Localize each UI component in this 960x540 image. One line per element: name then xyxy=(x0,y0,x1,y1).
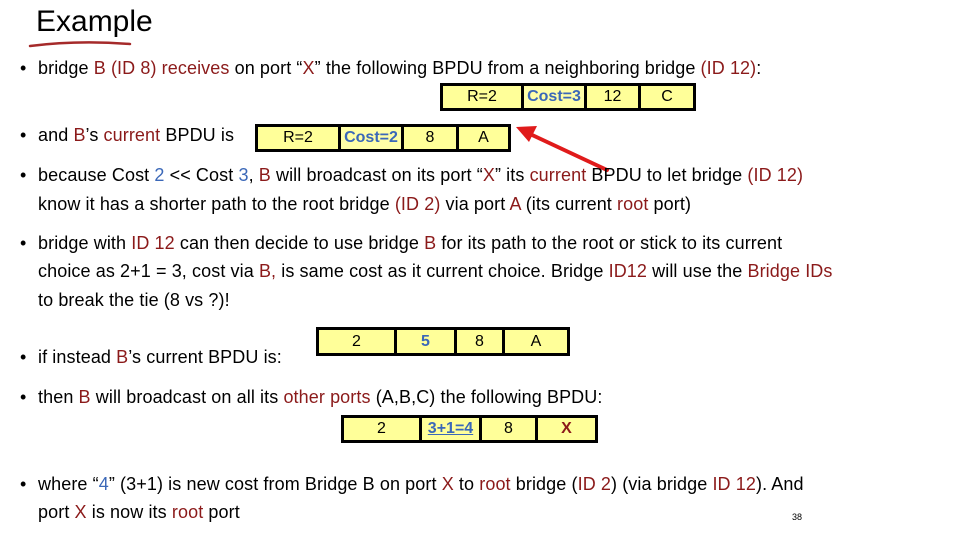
bpdu-received: R=2 Cost=3 12 C xyxy=(440,83,696,111)
bullet-new-cost-line1: where “4” (3+1) is new cost from Bridge … xyxy=(38,474,804,494)
bullet-tie-line2: choice as 2+1 = 3, cost via B, is same c… xyxy=(38,261,833,281)
bullet-broadcast-reason-line1: because Cost 2 << Cost 3, B will broadca… xyxy=(38,165,804,185)
bpdu-port-field: C xyxy=(641,86,693,108)
bpdu-bridge-id-field: 8 xyxy=(404,127,459,149)
slide-title: Example xyxy=(36,5,153,38)
bullet-marker: • xyxy=(20,165,27,185)
bullet-marker: • xyxy=(20,347,27,367)
bullet-broadcast-reason-line2: know it has a shorter path to the root b… xyxy=(38,194,692,214)
bpdu-root-field: 2 xyxy=(319,330,397,353)
bpdu-port-field: A xyxy=(505,330,567,353)
bpdu-root-field: R=2 xyxy=(443,86,524,108)
page-number: 38 xyxy=(792,512,803,522)
bullet-new-cost-line2: port X is now its root port xyxy=(38,502,240,522)
bullet-marker: • xyxy=(20,233,27,253)
bullet-marker: • xyxy=(20,125,27,145)
bullet-current-bpdu: and B’s current BPDU is xyxy=(38,125,235,145)
bpdu-broadcast: 2 3+1=4 8 X xyxy=(341,415,598,443)
bullet-marker: • xyxy=(20,474,27,494)
bullet-marker: • xyxy=(20,58,27,78)
bpdu-bridge-id-field: 8 xyxy=(482,418,538,440)
bullet-received-bpdu: bridge B (ID 8) receives on port “X” the… xyxy=(38,58,762,78)
bpdu-root-field: 2 xyxy=(344,418,422,440)
title-underline-stroke xyxy=(28,41,132,48)
bpdu-cost-field: Cost=3 xyxy=(524,86,587,108)
bullet-marker: • xyxy=(20,387,27,407)
bpdu-port-field: A xyxy=(459,127,508,149)
bpdu-bridge-id-field: 12 xyxy=(587,86,641,108)
bullet-tie-line1: bridge with ID 12 can then decide to use… xyxy=(38,233,783,253)
bpdu-cost-field: Cost=2 xyxy=(341,127,404,149)
bpdu-port-field: X xyxy=(538,418,595,440)
bpdu-cost-field: 5 xyxy=(397,330,457,353)
bpdu-cost-field: 3+1=4 xyxy=(422,418,482,440)
bpdu-bridge-id-field: 8 xyxy=(457,330,505,353)
bullet-alt-current-bpdu: if instead B’s current BPDU is: xyxy=(38,347,282,367)
bpdu-root-field: R=2 xyxy=(258,127,341,149)
bullet-tie-line3: to break the tie (8 vs ?)! xyxy=(38,290,230,310)
bpdu-alt-current: 2 5 8 A xyxy=(316,327,570,356)
bullet-broadcast-other-ports: then B will broadcast on all its other p… xyxy=(38,387,603,407)
bpdu-current: R=2 Cost=2 8 A xyxy=(255,124,511,152)
